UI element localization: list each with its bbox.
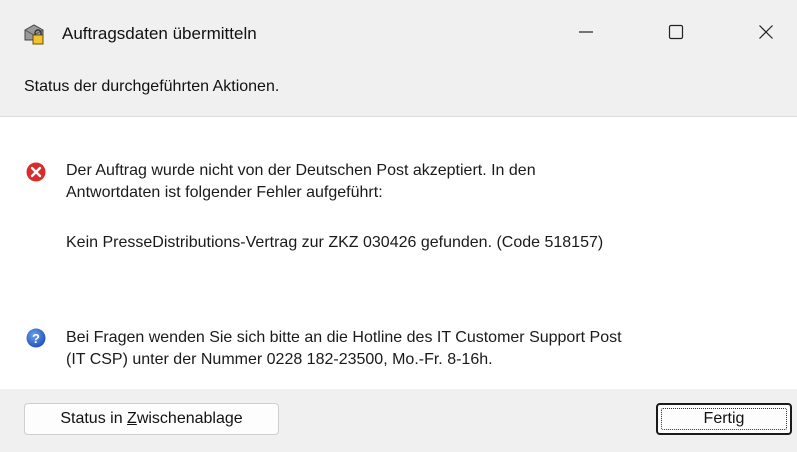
envelope-lock-icon xyxy=(22,22,46,46)
error-detail: Kein PresseDistributions-Vertrag zur ZKZ… xyxy=(66,234,604,251)
maximize-button[interactable] xyxy=(647,0,705,64)
error-message-line: Antwortdaten ist folgender Fehler aufgef… xyxy=(66,184,383,201)
button-mnemonic: Z xyxy=(127,410,137,427)
button-label-prefix: Status in xyxy=(60,410,128,427)
status-content: Der Auftrag wurde nicht von der Deutsche… xyxy=(0,117,797,389)
info-message-line: Bei Fragen wenden Sie sich bitte an die … xyxy=(66,329,622,346)
done-button[interactable]: Fertig xyxy=(656,403,792,435)
button-label-suffix: wischenablage xyxy=(136,410,243,427)
help-icon: ? xyxy=(26,328,46,348)
window-title: Auftragsdaten übermitteln xyxy=(62,24,257,43)
error-icon xyxy=(26,162,46,182)
copy-status-to-clipboard-button[interactable]: Status in Zwischenablage xyxy=(24,403,279,435)
minimize-button[interactable] xyxy=(557,0,615,64)
focus-ring xyxy=(661,408,787,430)
minimize-icon xyxy=(579,31,593,33)
close-icon xyxy=(759,25,773,39)
dialog-window: Auftragsdaten übermitteln Status der dur… xyxy=(0,0,797,452)
dialog-footer: Status in Zwischenablage Fertig xyxy=(0,389,797,452)
svg-text:?: ? xyxy=(32,331,40,346)
error-message: Der Auftrag wurde nicht von der Deutsche… xyxy=(66,160,766,204)
header-text: Status der durchgeführten Aktionen. xyxy=(24,78,280,95)
info-message-line: (IT CSP) unter der Nummer 0228 182-23500… xyxy=(66,351,493,368)
dialog-header: Status der durchgeführten Aktionen. xyxy=(0,64,797,117)
error-message-line: Der Auftrag wurde nicht von der Deutsche… xyxy=(66,162,536,179)
close-button[interactable] xyxy=(737,0,795,64)
maximize-icon xyxy=(668,24,684,40)
info-message: Bei Fragen wenden Sie sich bitte an die … xyxy=(66,327,776,371)
title-bar[interactable]: Auftragsdaten übermitteln xyxy=(0,0,797,64)
